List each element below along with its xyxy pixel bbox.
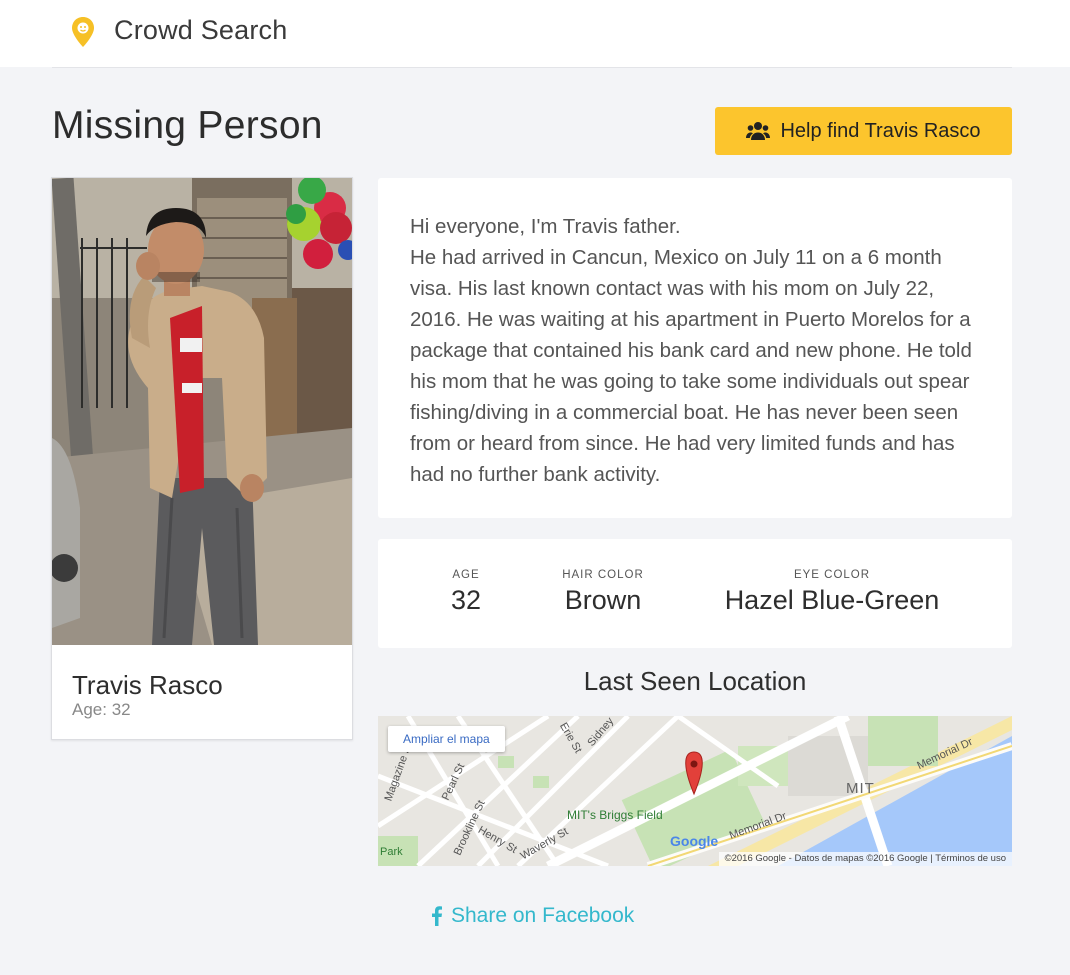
stat-eye-color-value: Hazel Blue-Green (724, 585, 940, 615)
stat-eye-color-label: EYE COLOR (793, 569, 871, 581)
stat-hair-color-value: Brown (564, 585, 642, 615)
stat-age: AGE 32 (436, 569, 496, 616)
enlarge-map-button[interactable]: Ampliar el mapa (388, 726, 505, 752)
last-seen-title: Last Seen Location (583, 666, 807, 696)
map-attribution[interactable]: ©2016 Google - Datos de mapas ©2016 Goog… (718, 852, 1012, 866)
header-divider (52, 67, 1012, 68)
facebook-icon (432, 906, 442, 926)
stat-age-label: AGE (452, 569, 480, 581)
stat-age-value: 32 (450, 585, 482, 615)
profile-card: Travis Rasco Age: 32 (51, 177, 353, 740)
profile-age: Age: 32 (72, 700, 131, 719)
brand-name[interactable]: Crowd Search (114, 15, 287, 46)
story-intro: Hi everyone, I'm Travis father. (410, 215, 681, 238)
story-panel: Hi everyone, I'm Travis father. He had a… (378, 178, 1012, 518)
stats-panel: AGE 32 HAIR COLOR Brown EYE COLOR Hazel … (378, 539, 1012, 648)
help-find-label: Help find Travis Rasco (780, 119, 981, 142)
profile-photo (52, 178, 352, 645)
share-facebook-link[interactable]: Share on Facebook (430, 904, 634, 928)
location-pin-icon[interactable] (70, 16, 96, 48)
share-facebook-label: Share on Facebook (451, 904, 635, 927)
map-label-briggs: MIT's Briggs Field (567, 808, 663, 822)
map-label-park: Park (380, 846, 403, 858)
location-map[interactable]: MIT's Briggs Field MIT Memorial Dr Memor… (378, 716, 1012, 866)
story-body: He had arrived in Cancun, Mexico on July… (410, 246, 972, 486)
stat-hair-color-label: HAIR COLOR (562, 569, 644, 581)
map-google-logo: Google (670, 833, 719, 849)
top-bar: Crowd Search (0, 0, 1070, 67)
page-title: Missing Person (52, 104, 323, 147)
stat-hair-color: HAIR COLOR Brown (548, 569, 658, 616)
profile-name: Travis Rasco (72, 670, 223, 700)
help-find-button[interactable]: Help find Travis Rasco (715, 107, 1012, 155)
group-icon (746, 122, 771, 140)
map-label-mit: MIT (846, 780, 875, 797)
stat-eye-color: EYE COLOR Hazel Blue-Green (712, 569, 952, 616)
